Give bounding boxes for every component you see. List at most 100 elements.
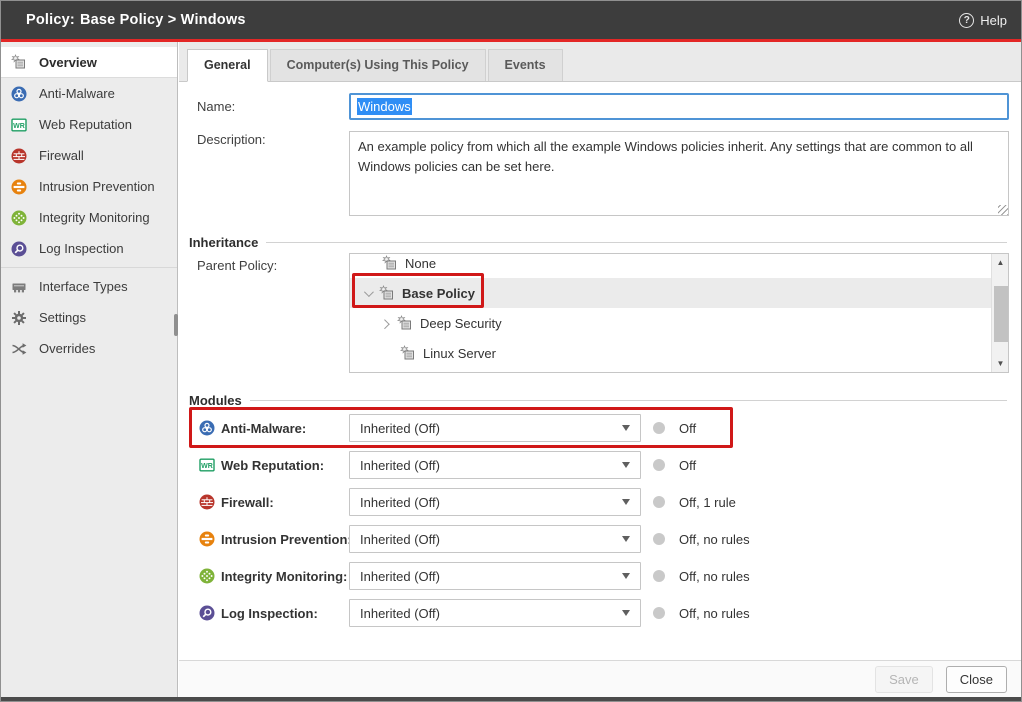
- dropdown-selected-value: Inherited (Off): [360, 458, 440, 473]
- help-label: Help: [980, 13, 1007, 28]
- module-status-text: Off, no rules: [679, 522, 750, 556]
- module-status-text: Off, no rules: [679, 596, 750, 630]
- web-reputation-icon: [11, 117, 27, 133]
- integrity-monitoring-state-dropdown[interactable]: Inherited (Off): [349, 562, 641, 590]
- sidebar-item-firewall[interactable]: Firewall: [1, 140, 177, 171]
- web-reputation-state-dropdown[interactable]: Inherited (Off): [349, 451, 641, 479]
- firewall-state-dropdown[interactable]: Inherited (Off): [349, 488, 641, 516]
- status-indicator-dot: [653, 422, 665, 434]
- policy-icon: [379, 285, 395, 301]
- chevron-down-icon[interactable]: [364, 287, 374, 297]
- tab-general[interactable]: General: [187, 49, 268, 82]
- sidebar-resize-handle[interactable]: [174, 314, 178, 336]
- sidebar-item-web-reputation[interactable]: Web Reputation: [1, 109, 177, 140]
- textarea-resize-grip[interactable]: [998, 205, 1008, 215]
- sidebar-item-anti-malware[interactable]: Anti-Malware: [1, 78, 177, 109]
- tree-item-clipped: [350, 368, 991, 373]
- web-reputation-icon: [199, 457, 215, 473]
- module-status-text: Off: [679, 411, 696, 445]
- log-inspection-icon: [199, 605, 215, 621]
- integrity-monitoring-icon: [199, 568, 215, 584]
- sidebar-item-label: Overrides: [39, 341, 95, 356]
- policy-name-input[interactable]: Windows: [349, 93, 1009, 120]
- selected-text: Windows: [357, 98, 412, 115]
- scrollbar-thumb[interactable]: [994, 286, 1008, 342]
- module-label: Log Inspection:: [221, 606, 318, 621]
- sidebar-item-intrusion-prevention[interactable]: Intrusion Prevention: [1, 171, 177, 202]
- tree-item-deep-security[interactable]: Deep Security: [350, 308, 991, 338]
- sidebar-item-interface-types[interactable]: Interface Types: [1, 271, 177, 302]
- sidebar-item-label: Integrity Monitoring: [39, 210, 150, 225]
- page-title-path: Base Policy > Windows: [80, 12, 246, 28]
- firewall-icon: [11, 148, 27, 164]
- module-row-web-reputation: Web Reputation: Inherited (Off) Off: [179, 448, 1021, 482]
- scroll-down-button[interactable]: ▼: [992, 355, 1009, 372]
- dropdown-arrow-icon: [622, 610, 630, 616]
- dropdown-arrow-icon: [622, 462, 630, 468]
- log-inspection-icon: [11, 241, 27, 257]
- scroll-up-button[interactable]: ▲: [992, 254, 1009, 271]
- policy-editor-window: Policy:Base Policy > Windows ? Help Over…: [0, 0, 1022, 702]
- module-row-intrusion-prevention: Intrusion Prevention: Inherited (Off) Of…: [179, 522, 1021, 556]
- save-button[interactable]: Save: [875, 666, 933, 693]
- sidebar: Overview Anti-Malware Web Reputation Fir…: [1, 42, 178, 697]
- module-status-text: Off: [679, 448, 696, 482]
- description-label: Description:: [197, 132, 266, 147]
- parent-policy-label: Parent Policy:: [197, 258, 277, 273]
- close-button[interactable]: Close: [946, 666, 1007, 693]
- sidebar-divider: [1, 267, 177, 268]
- policy-icon: [382, 255, 398, 271]
- module-row-firewall: Firewall: Inherited (Off) Off, 1 rule: [179, 485, 1021, 519]
- tree-item-base-policy[interactable]: Base Policy: [350, 278, 991, 308]
- tab-computers-using-this-policy[interactable]: Computer(s) Using This Policy: [270, 49, 486, 81]
- sidebar-item-settings[interactable]: Settings: [1, 302, 177, 333]
- sidebar-item-label: Firewall: [39, 148, 84, 163]
- dropdown-selected-value: Inherited (Off): [360, 495, 440, 510]
- tree-item-none[interactable]: None: [350, 253, 991, 278]
- module-row-integrity-monitoring: Integrity Monitoring: Inherited (Off) Of…: [179, 559, 1021, 593]
- module-label: Intrusion Prevention:: [221, 532, 352, 547]
- page-title: Policy:Base Policy > Windows: [26, 12, 246, 28]
- anti-malware-icon: [199, 420, 215, 436]
- chevron-right-icon[interactable]: [380, 319, 390, 329]
- name-label: Name:: [197, 99, 235, 114]
- sidebar-item-log-inspection[interactable]: Log Inspection: [1, 233, 177, 264]
- modules-section-heading: Modules: [189, 392, 1007, 408]
- dropdown-selected-value: Inherited (Off): [360, 421, 440, 436]
- sidebar-item-label: Intrusion Prevention: [39, 179, 155, 194]
- parent-policy-tree: None Base Policy Deep Security Linux Ser…: [349, 253, 1009, 373]
- firewall-icon: [199, 494, 215, 510]
- sidebar-item-label: Anti-Malware: [39, 86, 115, 101]
- sidebar-item-overview[interactable]: Overview: [1, 47, 177, 78]
- sidebar-item-label: Interface Types: [39, 279, 128, 294]
- dropdown-selected-value: Inherited (Off): [360, 606, 440, 621]
- status-indicator-dot: [653, 533, 665, 545]
- log-inspection-state-dropdown[interactable]: Inherited (Off): [349, 599, 641, 627]
- dropdown-arrow-icon: [622, 499, 630, 505]
- policy-icon: [397, 315, 413, 331]
- intrusion-prevention-icon: [11, 179, 27, 195]
- anti-malware-state-dropdown[interactable]: Inherited (Off): [349, 414, 641, 442]
- modules-heading-label: Modules: [189, 393, 242, 408]
- module-status-text: Off, 1 rule: [679, 485, 736, 519]
- inheritance-section-heading: Inheritance: [189, 234, 1007, 250]
- sidebar-item-overrides[interactable]: Overrides: [1, 333, 177, 364]
- sidebar-item-label: Settings: [39, 310, 86, 325]
- tab-bar: General Computer(s) Using This Policy Ev…: [179, 42, 1021, 82]
- tree-item-linux-server[interactable]: Linux Server: [350, 338, 991, 368]
- policy-description-textarea[interactable]: An example policy from which all the exa…: [349, 131, 1009, 216]
- sidebar-item-integrity-monitoring[interactable]: Integrity Monitoring: [1, 202, 177, 233]
- settings-icon: [11, 310, 27, 326]
- dropdown-arrow-icon: [622, 536, 630, 542]
- sidebar-item-label: Overview: [39, 55, 97, 70]
- tab-events[interactable]: Events: [488, 49, 563, 81]
- dropdown-selected-value: Inherited (Off): [360, 532, 440, 547]
- status-indicator-dot: [653, 607, 665, 619]
- tree-item-label: Base Policy: [402, 286, 475, 301]
- module-row-anti-malware: Anti-Malware: Inherited (Off) Off: [179, 411, 1021, 445]
- footer-bar: Save Close: [179, 660, 1021, 697]
- window-bottom-edge: [1, 697, 1021, 701]
- help-button[interactable]: ? Help: [959, 13, 1007, 28]
- intrusion-prevention-icon: [199, 531, 215, 547]
- intrusion-prevention-state-dropdown[interactable]: Inherited (Off): [349, 525, 641, 553]
